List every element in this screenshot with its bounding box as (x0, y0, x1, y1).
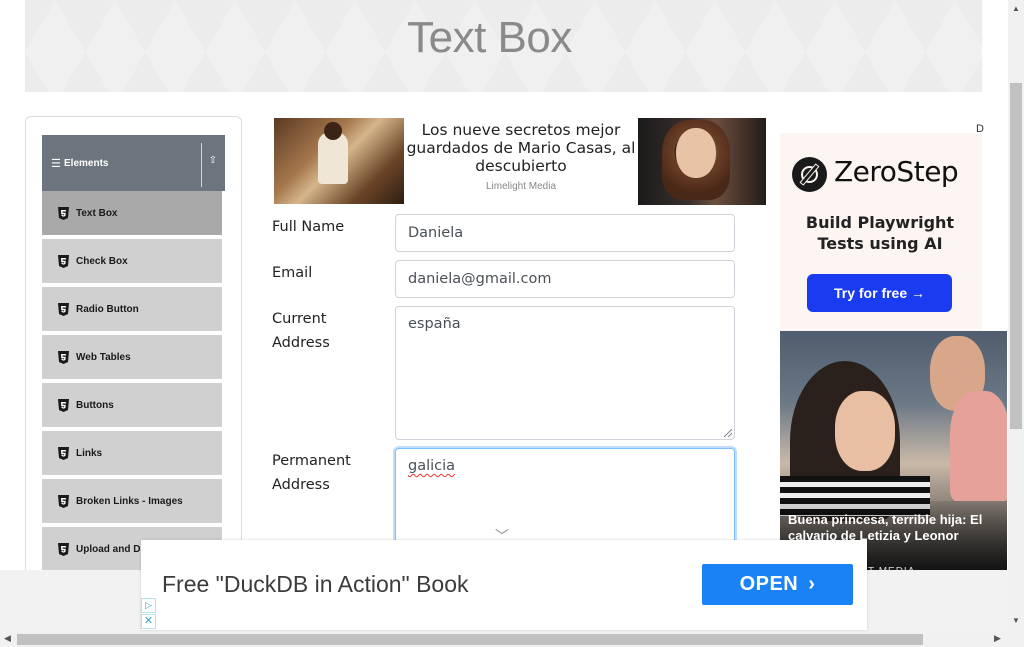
permanent-address-label-line2: Address (272, 477, 330, 493)
bottom-advertisement[interactable]: Free "DuckDB in Action" Book OPEN › (141, 540, 867, 630)
news-person-face (835, 391, 895, 471)
ad-image-woman[interactable] (638, 118, 766, 205)
sidebar-item-check-box[interactable]: Check Box (42, 239, 222, 285)
top-advertisement[interactable]: Los nueve secretos mejor guardados de Ma… (274, 118, 766, 206)
open-button[interactable]: OPEN › (702, 564, 853, 605)
current-address-label-line2: Address (272, 335, 330, 351)
sidebar-item-label: Text Box (76, 207, 118, 219)
permanent-address-label: Permanent Address (272, 449, 351, 497)
sidebar-item-label: Broken Links - Images (76, 495, 183, 507)
divider (201, 143, 202, 187)
vertical-scroll-thumb[interactable] (1010, 83, 1022, 429)
html5-icon (58, 254, 69, 268)
horizontal-scroll-thumb[interactable] (17, 634, 923, 645)
ad-headline[interactable]: Los nueve secretos mejor guardados de Ma… (404, 121, 638, 175)
scroll-right-icon[interactable]: ▶ (994, 633, 1001, 644)
html5-icon (58, 494, 69, 508)
permanent-address-textarea[interactable]: galicia (395, 448, 735, 548)
sidebar-item-buttons[interactable]: Buttons (42, 383, 222, 429)
sidebar-item-label: Radio Button (76, 303, 139, 315)
ad-image-man[interactable] (274, 118, 404, 204)
page: Text Box ☰ Elements ⇧ Text Box Check Box… (0, 0, 1024, 647)
open-button-label: OPEN (739, 573, 799, 595)
current-address-textarea[interactable]: españa (395, 306, 735, 440)
permanent-address-label-line1: Permanent (272, 453, 351, 469)
ad-face (676, 128, 716, 178)
try-for-free-button[interactable]: Try for free → (807, 274, 952, 312)
sidebar-item-links[interactable]: Links (42, 431, 222, 477)
sidebar-item-broken-links[interactable]: Broken Links - Images (42, 479, 222, 525)
zerostep-logo-icon (792, 157, 827, 192)
current-address-label: Current Address (272, 307, 330, 355)
horizontal-scrollbar[interactable]: ◀ ▶ (0, 632, 1024, 647)
html5-icon (58, 398, 69, 412)
ad-text-block[interactable]: Los nueve secretos mejor guardados de Ma… (404, 118, 638, 192)
current-address-value: españa (408, 316, 461, 332)
permanent-address-value: galicia (408, 458, 456, 474)
resize-handle-icon[interactable] (724, 429, 732, 437)
ad-info-icon[interactable]: ▷ (141, 598, 156, 613)
collapse-icon[interactable]: ⇧ (206, 155, 220, 169)
scroll-down-icon[interactable]: ▼ (1012, 616, 1020, 625)
email-label: Email (272, 265, 313, 281)
sidebar-item-web-tables[interactable]: Web Tables (42, 335, 222, 381)
sidebar-item-label: Check Box (76, 255, 128, 267)
scroll-up-icon[interactable]: ▲ (1012, 4, 1020, 13)
zerostep-subtitle-line1: Build Playwright (805, 213, 955, 232)
zerostep-subtitle-line2: Tests using AI (817, 234, 943, 253)
menu-icon: ☰ (51, 157, 61, 170)
page-title: Text Box (407, 13, 572, 62)
ad-close-icon[interactable]: ✕ (141, 614, 156, 629)
elements-group-header[interactable]: ☰ Elements ⇧ (42, 135, 225, 191)
full-name-label: Full Name (272, 219, 345, 235)
html5-icon (58, 542, 69, 556)
zerostep-brand: ZeroStep (834, 155, 959, 188)
sidebar-item-text-box[interactable]: Text Box (42, 191, 222, 237)
html5-icon (58, 302, 69, 316)
sidebar-item-label: Links (76, 447, 103, 459)
news-person-girl (950, 391, 1007, 501)
sidebar-item-label: Buttons (76, 399, 114, 411)
sidebar-item-label: Web Tables (76, 351, 131, 363)
ad-figure-head (324, 122, 342, 140)
html5-icon (58, 350, 69, 364)
zerostep-advertisement[interactable]: ZeroStep Build Playwright Tests using AI… (780, 133, 982, 333)
page-header-banner: Text Box (25, 0, 982, 92)
chevron-right-icon: › (808, 573, 816, 595)
ad-source: Limelight Media (485, 181, 557, 192)
sidebar-item-label: Upload and D (76, 543, 141, 555)
bottom-ad-text[interactable]: Free "DuckDB in Action" Book (162, 571, 469, 598)
full-name-input[interactable]: Daniela (395, 214, 735, 252)
zerostep-subtitle: Build Playwright Tests using AI (780, 212, 980, 254)
html5-icon (58, 206, 69, 220)
sidebar-item-radio-button[interactable]: Radio Button (42, 287, 222, 333)
html5-icon (58, 446, 69, 460)
current-address-label-line1: Current (272, 311, 327, 327)
scroll-left-icon[interactable]: ◀ (4, 633, 11, 644)
email-input[interactable]: daniela@gmail.com (395, 260, 735, 298)
group-title: Elements (64, 157, 109, 169)
vertical-scrollbar[interactable]: ▲ ▼ (1008, 0, 1024, 632)
